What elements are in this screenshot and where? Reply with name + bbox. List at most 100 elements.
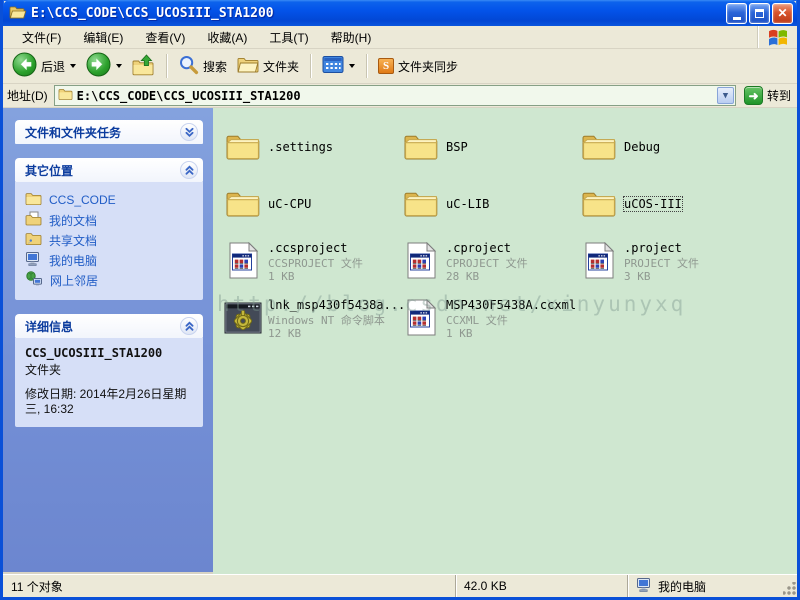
other-places-title: 其它位置 — [25, 163, 74, 178]
close-icon: ✕ — [777, 6, 788, 20]
address-input[interactable]: E:\CCS_CODE\CCS_UCOSIII_STA1200 ▼ — [53, 85, 736, 106]
tile-text: lnk_msp430f5438a... Windows NT 命令脚本 12 KB — [268, 296, 405, 340]
forward-button[interactable] — [83, 50, 125, 82]
file-tile-uc-lib-folder[interactable]: uC-LIB — [401, 175, 579, 232]
network-places-icon — [25, 270, 43, 290]
folder-icon — [223, 189, 263, 219]
sidebar-item-network-places[interactable]: 网上邻居 — [25, 270, 197, 290]
resize-grip[interactable] — [783, 582, 796, 595]
main-area: 文件和文件夹任务 其它位置 CCS_CODE 我的文档共享文档我的电脑网上邻居 详… — [3, 108, 797, 574]
menu-item-view[interactable]: 查看(V) — [134, 26, 196, 48]
file-tile-ccxml-file[interactable]: MSP430F5438A.ccxml CCXML 文件 1 KB — [401, 289, 579, 346]
toolbar: 后退 搜索 文件夹 S 文件夹同步 — [3, 49, 797, 84]
sidebar-item-ccs-code[interactable]: CCS_CODE — [25, 190, 197, 210]
file-tile-cproject-file[interactable]: .cproject CPROJECT 文件 28 KB — [401, 232, 579, 289]
explorer-window: E:\CCS_CODE\CCS_UCOSIII_STA1200 ✕ 文件(F) 编… — [0, 0, 800, 600]
address-bar: 地址(D) E:\CCS_CODE\CCS_UCOSIII_STA1200 ▼ … — [3, 84, 797, 108]
close-button[interactable]: ✕ — [772, 2, 793, 24]
status-zone-label: 我的电脑 — [658, 579, 707, 594]
my-documents-icon — [25, 211, 42, 229]
file-tile-lnk-script-file[interactable]: lnk_msp430f5438a... Windows NT 命令脚本 12 KB — [223, 289, 405, 346]
file-name: BSP — [446, 139, 468, 154]
file-name: Debug — [624, 139, 661, 154]
status-zone: 我的电脑 — [627, 575, 797, 597]
ccs-code-icon — [25, 192, 42, 209]
document-file-icon — [401, 242, 441, 279]
details-body: CCS_UCOSIII_STA1200 文件夹 修改日期: 2014年2月26日… — [15, 338, 203, 427]
menu-item-edit[interactable]: 编辑(E) — [72, 26, 134, 48]
place-label: 网上邻居 — [50, 273, 99, 288]
menu-item-favorites[interactable]: 收藏(A) — [196, 26, 258, 48]
folders-icon — [237, 56, 259, 77]
my-computer-icon — [25, 251, 42, 270]
folder-icon — [58, 88, 73, 104]
details-folder-type: 文件夹 — [25, 363, 62, 377]
file-tile-settings-folder[interactable]: .settings — [223, 118, 401, 175]
details-modified-date: 修改日期: 2014年2月26日星期三, 16:32 — [25, 387, 187, 416]
status-size: 42.0 KB — [455, 575, 627, 597]
place-label: 我的电脑 — [49, 253, 98, 268]
folder-icon — [401, 189, 441, 219]
file-tile-ccsproject-file[interactable]: .ccsproject CCSPROJECT 文件 1 KB — [223, 232, 401, 289]
file-type: PROJECT 文件 — [624, 256, 699, 270]
minimize-icon — [732, 16, 741, 20]
menu-item-tools[interactable]: 工具(T) — [258, 26, 319, 48]
back-button[interactable]: 后退 — [9, 50, 79, 82]
back-label: 后退 — [41, 59, 66, 74]
file-name: uCOS-III — [623, 195, 683, 212]
folder-sync-button[interactable]: S 文件夹同步 — [375, 56, 461, 77]
place-label: CCS_CODE — [49, 193, 116, 207]
file-name: uC-LIB — [446, 196, 490, 211]
back-dropdown-icon[interactable] — [70, 64, 77, 68]
sidebar-item-my-computer[interactable]: 我的电脑 — [25, 250, 197, 270]
file-list-area[interactable]: .settings BSP Debug uC-CPU uC-LIB uCOS-III .cc… — [213, 108, 797, 574]
file-tile-uc-cpu-folder[interactable]: uC-CPU — [223, 175, 401, 232]
file-tasks-header[interactable]: 文件和文件夹任务 — [15, 120, 203, 144]
address-dropdown-button[interactable]: ▼ — [716, 87, 734, 104]
file-name: .project — [624, 240, 682, 255]
minimize-button[interactable] — [726, 2, 747, 24]
file-tile-project-file[interactable]: .project PROJECT 文件 3 KB — [579, 232, 757, 289]
file-name: MSP430F5438A.ccxml — [446, 297, 577, 312]
chevron-double-down-icon[interactable] — [180, 123, 198, 141]
folder-icon — [579, 189, 619, 219]
file-size: 3 KB — [624, 269, 651, 283]
folder-sync-icon: S — [378, 58, 395, 74]
views-button[interactable] — [319, 53, 358, 79]
folder-icon — [401, 132, 441, 162]
script-file-icon — [223, 302, 263, 334]
forward-dropdown-icon[interactable] — [116, 64, 123, 68]
folders-button[interactable]: 文件夹 — [234, 54, 302, 79]
sidebar-item-shared-documents[interactable]: 共享文档 — [25, 230, 197, 250]
file-tile-bsp-folder[interactable]: BSP — [401, 118, 579, 175]
maximize-button[interactable] — [749, 2, 770, 24]
file-tile-debug-folder[interactable]: Debug — [579, 118, 757, 175]
go-label: 转到 — [766, 89, 791, 103]
go-button[interactable]: ➜ 转到 — [742, 86, 793, 105]
place-label: 我的文档 — [49, 213, 98, 228]
back-icon — [12, 52, 37, 80]
tile-text: MSP430F5438A.ccxml CCXML 文件 1 KB — [446, 296, 576, 340]
file-type: CPROJECT 文件 — [446, 256, 528, 270]
menu-item-help[interactable]: 帮助(H) — [320, 26, 383, 48]
views-dropdown-icon[interactable] — [349, 64, 356, 68]
chevron-double-up-icon[interactable] — [180, 161, 198, 179]
tile-text: .ccsproject CCSPROJECT 文件 1 KB — [268, 239, 363, 283]
file-type: CCSPROJECT 文件 — [268, 256, 363, 270]
file-size: 1 KB — [268, 269, 295, 283]
search-button[interactable]: 搜索 — [175, 52, 230, 80]
details-header[interactable]: 详细信息 — [15, 314, 203, 338]
sidebar-item-my-documents[interactable]: 我的文档 — [25, 210, 197, 230]
chevron-double-up-icon[interactable] — [180, 317, 198, 335]
document-file-icon — [401, 299, 441, 336]
search-label: 搜索 — [203, 59, 228, 74]
other-places-header[interactable]: 其它位置 — [15, 158, 203, 182]
up-button[interactable] — [129, 52, 158, 81]
menu-item-file[interactable]: 文件(F) — [11, 26, 72, 48]
file-tile-ucos-iii-folder[interactable]: uCOS-III — [579, 175, 757, 232]
file-name: .cproject — [446, 240, 512, 255]
window-title: E:\CCS_CODE\CCS_UCOSIII_STA1200 — [31, 5, 274, 21]
places-list: CCS_CODE 我的文档共享文档我的电脑网上邻居 — [15, 182, 203, 300]
title-bar[interactable]: E:\CCS_CODE\CCS_UCOSIII_STA1200 ✕ — [3, 0, 797, 26]
status-object-count: 11 个对象 — [11, 579, 63, 594]
